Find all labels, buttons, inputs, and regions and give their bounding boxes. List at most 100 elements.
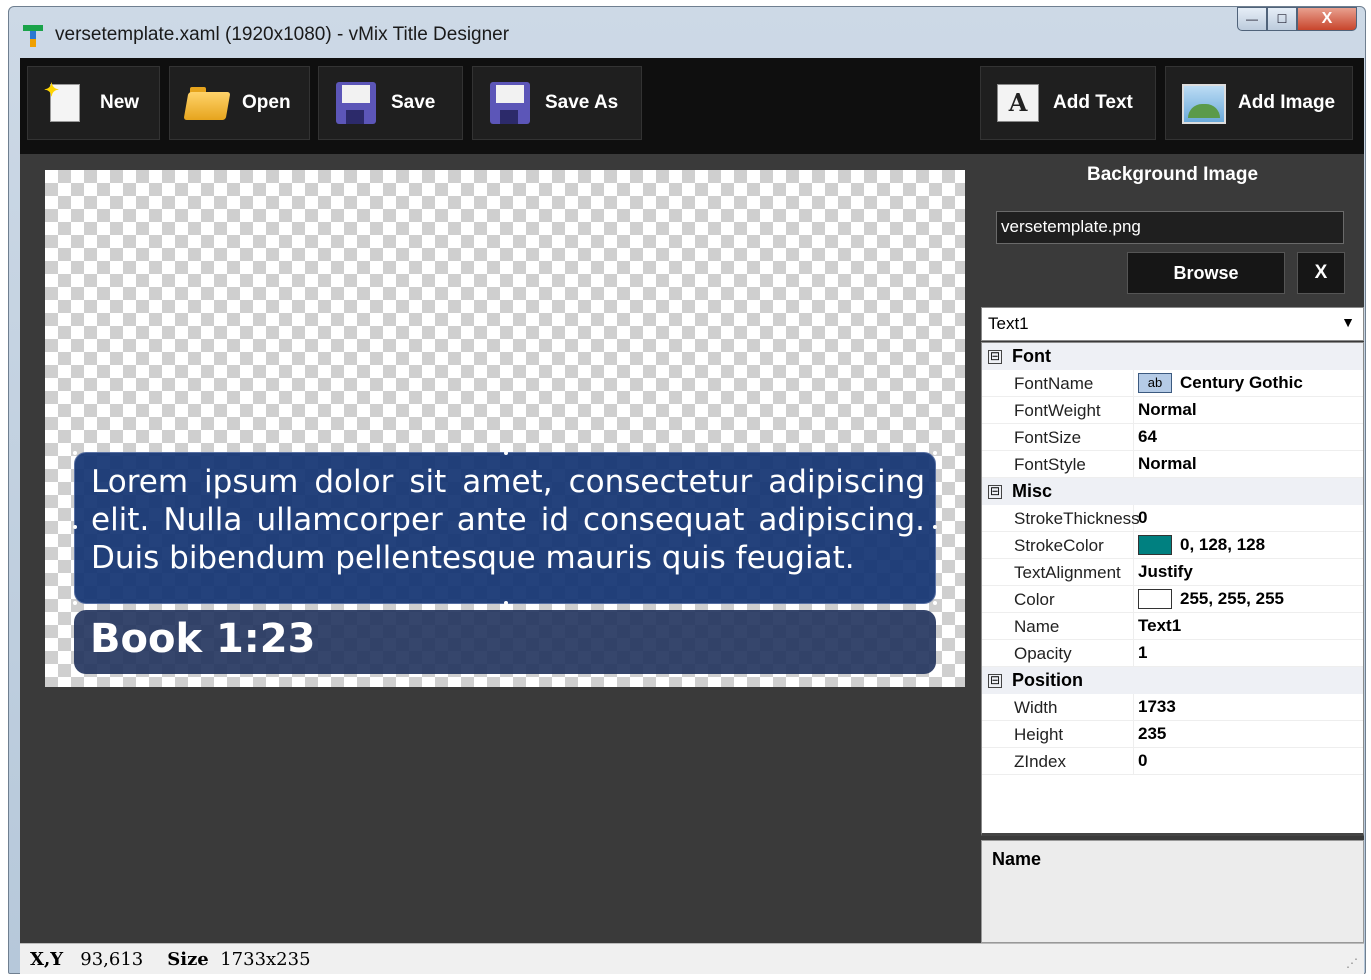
size-label: Size — [167, 948, 209, 970]
category-position[interactable]: ⊟ Position — [982, 667, 1363, 694]
resize-handle-bottom[interactable] — [504, 601, 508, 605]
add-text-button[interactable]: A Add Text — [980, 66, 1156, 140]
property-value: 235 — [1138, 724, 1167, 743]
description-title: Name — [992, 849, 1042, 869]
close-button[interactable]: X — [1297, 7, 1357, 31]
browse-button[interactable]: Browse — [1127, 252, 1285, 294]
title-bar[interactable]: versetemplate.xaml (1920x1080) - vMix Ti… — [9, 7, 1365, 57]
background-image-field[interactable]: versetemplate.png — [996, 211, 1344, 244]
property-key: StrokeThickness — [982, 504, 1140, 532]
resize-handle-top[interactable] — [504, 451, 508, 455]
property-row[interactable]: Name Text1 — [982, 612, 1363, 640]
property-row[interactable]: Height 235 — [982, 720, 1363, 748]
property-value: Text1 — [1138, 616, 1182, 635]
property-key: FontSize — [982, 423, 1134, 451]
property-value: 255, 255, 255 — [1180, 589, 1284, 608]
resize-handle-top-right[interactable] — [933, 451, 937, 455]
resize-grip-icon[interactable]: ⋰ — [1346, 956, 1358, 970]
folder-icon — [183, 80, 231, 126]
background-image-heading: Background Image — [1086, 164, 1259, 185]
color-swatch — [1138, 589, 1172, 609]
property-key: FontWeight — [982, 396, 1134, 424]
property-value: Normal — [1138, 454, 1197, 473]
font-preview-icon: ab — [1138, 373, 1172, 393]
property-key: StrokeColor — [982, 531, 1134, 559]
collapse-icon[interactable]: ⊟ — [988, 673, 1002, 688]
category-label: Misc — [1012, 481, 1053, 501]
object-selector[interactable]: Text1 ▼ — [981, 307, 1364, 341]
property-value: 0, 128, 128 — [1180, 535, 1266, 554]
property-row[interactable]: Width 1733 — [982, 693, 1363, 721]
status-bar: X,Y 93,613 Size 1733x235 ⋰ — [20, 943, 1364, 974]
xy-label: X,Y — [30, 948, 64, 970]
property-row[interactable]: Opacity 1 — [982, 639, 1363, 667]
text-box-icon: A — [995, 80, 1041, 126]
property-value: Justify — [1138, 562, 1193, 581]
new-button[interactable]: ✦ New — [27, 66, 160, 140]
resize-handle-bottom-left[interactable] — [73, 601, 77, 605]
reference-text: Book 1:23 — [90, 616, 316, 662]
xy-value: 93,613 — [80, 948, 144, 970]
resize-handle-right[interactable] — [933, 525, 937, 529]
properties-panel: Background Image versetemplate.png Brows… — [981, 154, 1364, 943]
client-area: ✦ New Open Save Save As A Add Text Add I… — [20, 58, 1364, 974]
save-button-label: Save — [391, 92, 436, 113]
property-row[interactable]: FontName ab Century Gothic — [982, 369, 1363, 397]
property-row[interactable]: StrokeThickness 0 — [982, 504, 1363, 532]
add-image-button[interactable]: Add Image — [1165, 66, 1353, 140]
resize-handle-left[interactable] — [73, 525, 77, 529]
new-button-label: New — [100, 92, 140, 113]
toolbar: ✦ New Open Save Save As A Add Text Add I… — [20, 58, 1364, 154]
dropdown-arrow-icon[interactable]: ▼ — [1341, 314, 1355, 330]
new-file-icon: ✦ — [42, 80, 88, 126]
property-row[interactable]: FontStyle Normal — [982, 450, 1363, 478]
property-row[interactable]: StrokeColor 0, 128, 128 — [982, 531, 1363, 559]
save-as-button-label: Save As — [545, 92, 619, 113]
property-key: Width — [982, 693, 1134, 721]
collapse-icon[interactable]: ⊟ — [988, 484, 1002, 499]
vmix-app-icon — [23, 25, 43, 47]
property-row[interactable]: Color 255, 255, 255 — [982, 585, 1363, 613]
window-title: versetemplate.xaml (1920x1080) - vMix Ti… — [55, 24, 510, 45]
collapse-icon[interactable]: ⊟ — [988, 349, 1002, 364]
design-canvas[interactable]: Lorem ipsum dolor sit amet, consectetur … — [45, 170, 965, 687]
category-font[interactable]: ⊟ Font — [982, 343, 1363, 370]
property-description-panel: Name — [981, 840, 1364, 943]
property-key: FontName — [982, 369, 1134, 397]
property-value: 1 — [1138, 643, 1148, 662]
property-key: Name — [982, 612, 1134, 640]
open-button[interactable]: Open — [169, 66, 310, 140]
property-row[interactable]: FontWeight Normal — [982, 396, 1363, 424]
category-label: Position — [1012, 670, 1083, 690]
color-swatch — [1138, 535, 1172, 555]
image-icon — [1180, 80, 1226, 126]
property-value: 0 — [1138, 508, 1148, 527]
floppy-disk-icon — [487, 80, 533, 126]
verse-text-element[interactable]: Lorem ipsum dolor sit amet, consectetur … — [73, 451, 937, 605]
reference-text-element[interactable]: Book 1:23 — [74, 610, 936, 674]
save-as-button[interactable]: Save As — [472, 66, 642, 140]
property-row[interactable]: FontSize 64 — [982, 423, 1363, 451]
floppy-disk-icon — [333, 80, 379, 126]
property-key: Color — [982, 585, 1134, 613]
resize-handle-top-left[interactable] — [73, 451, 77, 455]
save-button[interactable]: Save — [318, 66, 463, 140]
property-key: ZIndex — [982, 747, 1134, 775]
resize-handle-bottom-right[interactable] — [933, 601, 937, 605]
window-controls: — ☐ X — [1237, 7, 1357, 33]
minimize-button[interactable]: — — [1237, 7, 1267, 31]
clear-background-button[interactable]: X — [1297, 252, 1345, 294]
property-key: Height — [982, 720, 1134, 748]
property-row[interactable]: TextAlignment Justify — [982, 558, 1363, 586]
property-value: 64 — [1138, 427, 1157, 446]
open-button-label: Open — [242, 92, 291, 113]
property-grid: ⊟ Font FontName ab Century Gothic FontWei… — [981, 342, 1364, 836]
object-selector-value: Text1 — [988, 314, 1029, 333]
verse-text: Lorem ipsum dolor sit amet, consectetur … — [91, 464, 925, 576]
category-misc[interactable]: ⊟ Misc — [982, 478, 1363, 505]
property-value: 1733 — [1138, 697, 1176, 716]
property-key: FontStyle — [982, 450, 1134, 478]
size-value: 1733x235 — [220, 948, 311, 970]
property-row[interactable]: ZIndex 0 — [982, 747, 1363, 775]
maximize-button[interactable]: ☐ — [1267, 7, 1297, 31]
